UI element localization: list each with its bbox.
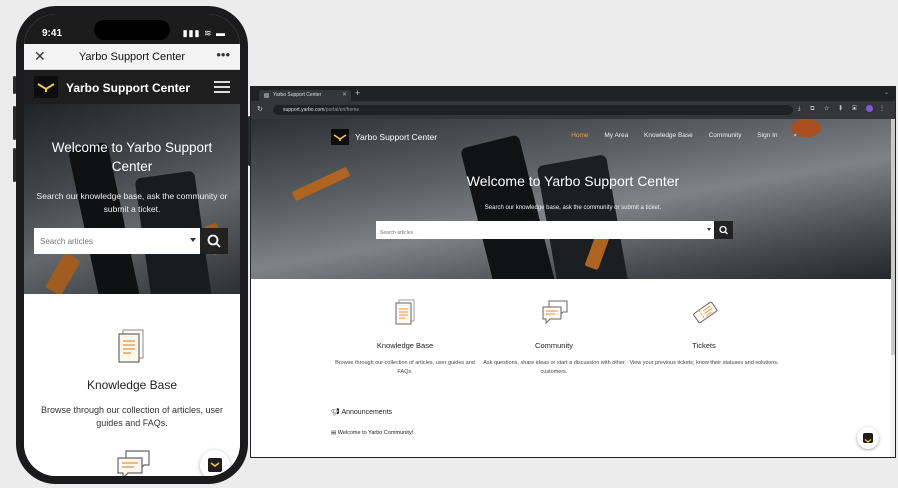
card-description: Browse through our collection of article… (335, 360, 475, 375)
reload-icon[interactable]: ↻ (257, 105, 263, 113)
scrollbar-thumb[interactable] (891, 119, 895, 355)
hero-banner: Yarbo Support Center Home My Area Knowle… (251, 119, 895, 279)
content-area: Knowledge Base Browse through our collec… (24, 294, 240, 476)
megaphone-icon: 📢︎ (331, 409, 340, 416)
desktop-browser-window: Yarbo Support Center ✕ + ⌄ ↻ support.yar… (250, 86, 896, 458)
card-title[interactable]: Knowledge Base (24, 378, 240, 392)
phone-mockup: 9:41 ▮▮▮ ≋ ▬ ✕ Yarbo Support Center ••• … (13, 6, 251, 484)
status-icons: ▮▮▮ ≋ ▬ (182, 28, 226, 38)
search-button[interactable] (714, 221, 733, 239)
nav-community[interactable]: Community (709, 132, 742, 139)
status-bar: 9:41 ▮▮▮ ≋ ▬ (24, 14, 240, 44)
hero-title: Welcome to Yarbo Support Center (466, 173, 680, 189)
nav-search-icon[interactable]: ⌕ (793, 132, 797, 139)
tab-close-icon[interactable]: ✕ (342, 90, 347, 101)
status-time: 9:41 (42, 28, 63, 39)
site-title[interactable]: Yarbo Support Center (66, 81, 190, 95)
announcement-item[interactable]: ▤ Welcome to Yarbo Community! (331, 430, 413, 436)
card-description: View your previous tickets; know their s… (629, 360, 779, 366)
url-path: /portal/en/home (324, 107, 360, 113)
mobile-browser-title: Yarbo Support Center (78, 51, 186, 63)
yarbo-logo[interactable] (34, 76, 58, 98)
browser-toolbar-icons[interactable]: ⤓ ⧉ ☆ ⬇ ▣ ⋮ (798, 105, 889, 113)
search-input[interactable] (34, 228, 174, 254)
chat-bubbles-icon[interactable] (116, 448, 152, 476)
url-host: support.yarbo.com (283, 107, 325, 113)
profile-avatar[interactable] (866, 105, 874, 112)
help-widget-button[interactable] (200, 450, 230, 476)
site-title[interactable]: Yarbo Support Center (355, 132, 437, 142)
help-widget-button[interactable] (857, 427, 879, 449)
hero-subtitle: Search our knowledge base, ask the commu… (36, 191, 228, 214)
search-icon (719, 225, 728, 235)
browser-tab[interactable]: Yarbo Support Center ✕ (259, 90, 351, 101)
tab-bar: Yarbo Support Center ✕ + ⌄ (251, 87, 895, 101)
announcements-heading: 📢︎ Announcements (331, 408, 392, 416)
nav-sign-in[interactable]: Sign In (757, 132, 777, 139)
dynamic-island (94, 20, 170, 40)
document-small-icon: ▤ (331, 430, 337, 436)
chevron-down-icon[interactable] (190, 238, 196, 242)
yarbo-logo[interactable] (331, 129, 349, 145)
scrollbar[interactable] (891, 119, 895, 457)
announcements-label: Announcements (341, 409, 393, 416)
phone-screen: 9:41 ▮▮▮ ≋ ▬ ✕ Yarbo Support Center ••• … (24, 14, 240, 476)
document-icon (394, 299, 416, 332)
announcement-link[interactable]: Welcome to Yarbo Community! (338, 430, 414, 436)
chevron-down-icon[interactable] (707, 228, 711, 231)
address-bar: ↻ support.yarbo.com/portal/en/home ⤓ ⧉ ☆… (251, 101, 895, 119)
phone-volume-down (13, 148, 16, 182)
hero-banner: Welcome to Yarbo Support Center Search o… (24, 104, 240, 294)
hero-title: Welcome to Yarbo Support Center (51, 140, 213, 174)
nav-my-area[interactable]: My Area (604, 132, 628, 139)
card-description: Ask questions, share ideas or start a di… (483, 360, 625, 375)
yarbo-logo (863, 433, 873, 443)
card-title[interactable]: Tickets (629, 341, 779, 350)
hamburger-menu-icon[interactable] (214, 81, 230, 93)
card-title[interactable]: Knowledge Base (330, 341, 480, 350)
content-area: Knowledge Base Browse through our collec… (251, 279, 895, 457)
search-input[interactable] (376, 224, 696, 242)
ticket-icon (691, 299, 719, 330)
card-description: Browse through our collection of article… (40, 405, 224, 428)
search-box (34, 228, 200, 254)
phone-mute-switch (13, 76, 16, 94)
new-tab-button[interactable]: + (355, 88, 360, 98)
nav-home[interactable]: Home (571, 132, 588, 139)
search-icon (207, 234, 221, 248)
more-icon[interactable]: ••• (216, 47, 230, 62)
chat-bubbles-icon (541, 299, 569, 330)
search-button[interactable] (200, 228, 228, 254)
card-title[interactable]: Community (479, 341, 629, 350)
nav-knowledge-base[interactable]: Knowledge Base (644, 132, 693, 139)
site-header: Yarbo Support Center (24, 70, 240, 104)
favicon-icon (264, 93, 269, 98)
mobile-browser-bar: ✕ Yarbo Support Center ••• (24, 44, 240, 70)
search-box (376, 221, 714, 242)
tab-title: Yarbo Support Center (273, 92, 322, 98)
url-field[interactable]: support.yarbo.com/portal/en/home (273, 105, 793, 115)
hero-subtitle: Search our knowledge base, ask the commu… (484, 205, 662, 211)
phone-volume-up (13, 106, 16, 140)
tab-list-chevron-icon[interactable]: ⌄ (884, 89, 889, 96)
yarbo-logo (208, 458, 222, 472)
main-nav: Home My Area Knowledge Base Community Si… (557, 132, 797, 140)
document-icon[interactable] (117, 328, 147, 369)
